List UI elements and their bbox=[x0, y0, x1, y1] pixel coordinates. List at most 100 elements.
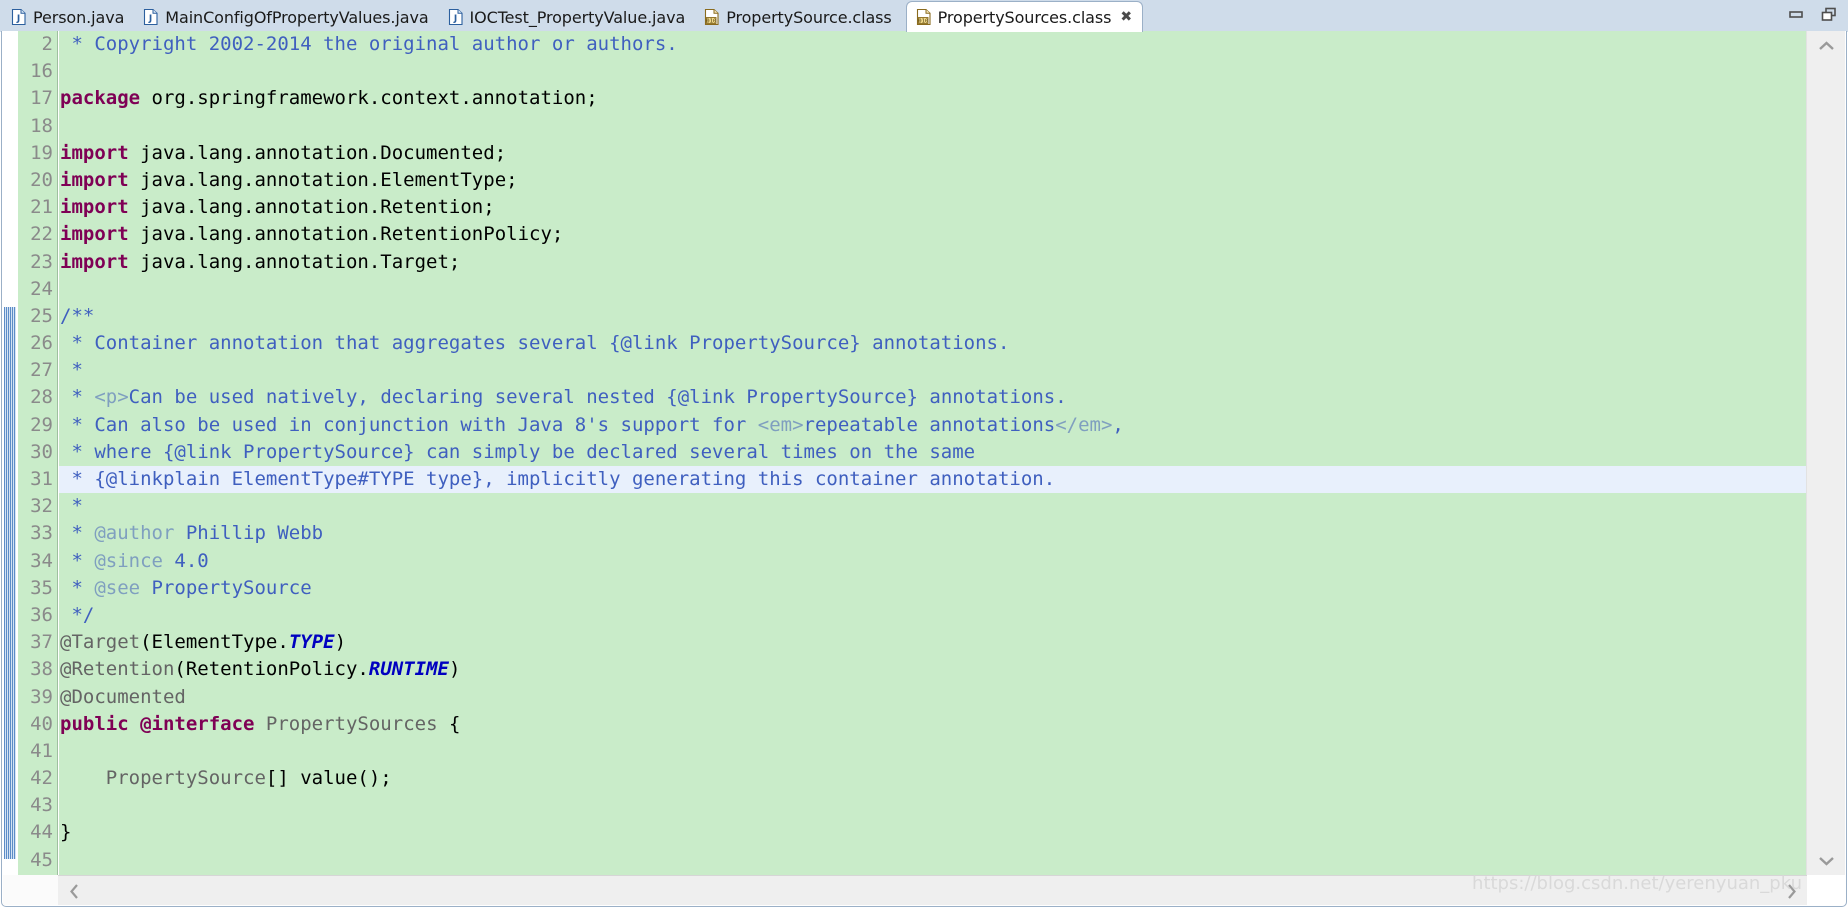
code-line[interactable] bbox=[59, 113, 1806, 140]
line-number: 35 bbox=[30, 576, 53, 599]
code-line[interactable]: @Target(ElementType.TYPE) bbox=[59, 629, 1806, 656]
tab-label: PropertySource.class bbox=[726, 7, 892, 27]
line-number: 25 bbox=[30, 304, 53, 327]
code-line[interactable]: * bbox=[59, 493, 1806, 520]
restore-icon[interactable] bbox=[1821, 7, 1838, 26]
line-number: 41 bbox=[30, 739, 53, 762]
code-token-kw: import bbox=[60, 168, 129, 191]
code-line[interactable]: package org.springframework.context.anno… bbox=[59, 85, 1806, 112]
tab-close-icon[interactable]: ✖ bbox=[1120, 10, 1132, 24]
code-token-jdhtml: <p> bbox=[94, 386, 129, 409]
code-line[interactable]: * @since 4.0 bbox=[59, 548, 1806, 575]
code-token-jdtag: @author bbox=[94, 522, 175, 545]
scrollbar-corner bbox=[3, 875, 58, 905]
code-token-plain: java.lang.annotation.ElementType; bbox=[128, 168, 518, 191]
code-token-plain: ElementType. bbox=[151, 631, 289, 654]
code-line[interactable]: * bbox=[59, 357, 1806, 384]
code-line[interactable]: PropertySource[] value(); bbox=[59, 765, 1806, 792]
scroll-left-icon[interactable] bbox=[60, 876, 88, 906]
code-line[interactable]: * @see PropertySource bbox=[59, 575, 1806, 602]
line-number-row: 2⊕ bbox=[18, 31, 67, 58]
line-number: 33 bbox=[30, 522, 53, 545]
line-number: 22 bbox=[30, 223, 53, 246]
code-line[interactable]: /** bbox=[59, 303, 1806, 330]
line-number: 2 bbox=[41, 33, 53, 55]
line-number: 28 bbox=[30, 386, 53, 409]
editor-tab-propertysource-class[interactable]: 010 PropertySource.class bbox=[695, 2, 901, 32]
line-number-row: 36 bbox=[18, 602, 57, 629]
code-token-jdoc: PropertySource bbox=[140, 576, 312, 599]
code-token-jdoc: * bbox=[60, 495, 83, 518]
code-line[interactable]: * Container annotation that aggregates s… bbox=[59, 330, 1806, 357]
line-number: 43 bbox=[30, 794, 53, 817]
horizontal-scrollbar[interactable] bbox=[58, 875, 1807, 905]
code-token-jdtag: @since bbox=[94, 549, 163, 572]
code-token-jdoc: */ bbox=[60, 603, 95, 626]
code-token-jdoc: Phillip Webb bbox=[174, 522, 324, 545]
code-token-plain: [] value(); bbox=[265, 767, 392, 790]
code-line[interactable]: import java.lang.annotation.Retention; bbox=[59, 194, 1806, 221]
code-line[interactable]: @Documented bbox=[59, 684, 1806, 711]
code-text-area[interactable]: * Copyright 2002-2014 the original autho… bbox=[59, 31, 1806, 875]
line-number-row: 44 bbox=[18, 819, 57, 846]
code-line[interactable]: import java.lang.annotation.RetentionPol… bbox=[59, 221, 1806, 248]
line-number: 20 bbox=[30, 168, 53, 191]
editor-tab-ioctest_propertyvalue-java[interactable]: J IOCTest_PropertyValue.java bbox=[439, 2, 696, 32]
line-number-row: 18 bbox=[18, 113, 57, 140]
editor-tab-mainconfigofpropertyvalues-java[interactable]: J MainConfigOfPropertyValues.java bbox=[134, 2, 438, 32]
code-line[interactable]: * Can also be used in conjunction with J… bbox=[59, 412, 1806, 439]
code-token-anno: @Target bbox=[60, 631, 141, 654]
code-token-plain: ( bbox=[140, 631, 152, 654]
line-number-row: 26 bbox=[18, 330, 57, 357]
code-line[interactable]: } bbox=[59, 819, 1806, 846]
line-number-row: 24 bbox=[18, 276, 57, 303]
code-line[interactable]: */ bbox=[59, 602, 1806, 629]
code-token-jdoc: /** bbox=[60, 304, 95, 327]
line-number: 42 bbox=[30, 767, 53, 790]
code-token-plain: org.springframework.context.annotation; bbox=[140, 87, 598, 110]
scroll-right-icon[interactable] bbox=[1777, 876, 1805, 906]
line-number-row: 20 bbox=[18, 167, 57, 194]
vertical-scrollbar[interactable] bbox=[1806, 31, 1845, 875]
code-line[interactable]: @Retention(RetentionPolicy.RUNTIME) bbox=[59, 656, 1806, 683]
code-line[interactable]: import java.lang.annotation.ElementType; bbox=[59, 167, 1806, 194]
code-line-current[interactable]: * {@linkplain ElementType#TYPE type}, im… bbox=[59, 466, 1806, 494]
editor-frame: 2⊕16 17 18 19 20 21 22 23 24 25⊖26 27 28 29 30 31 32 33 3… bbox=[1, 31, 1847, 907]
code-line[interactable]: public @interface PropertySources { bbox=[59, 711, 1806, 738]
code-token-plain: ) bbox=[448, 658, 461, 681]
minimize-icon[interactable] bbox=[1788, 7, 1804, 26]
code-line[interactable]: * Copyright 2002-2014 the original autho… bbox=[59, 31, 1806, 58]
line-number-row: 23 bbox=[18, 249, 57, 276]
scroll-up-icon[interactable] bbox=[1807, 33, 1846, 59]
code-line[interactable]: * <p>Can be used natively, declaring sev… bbox=[59, 384, 1806, 411]
line-number-row: 34 bbox=[18, 548, 57, 575]
code-line[interactable] bbox=[59, 847, 1806, 874]
code-line[interactable] bbox=[59, 276, 1806, 303]
line-number-row: 35 bbox=[18, 575, 57, 602]
scroll-down-icon[interactable] bbox=[1807, 847, 1846, 873]
code-token-anno: @Retention bbox=[60, 658, 175, 681]
line-number: 18 bbox=[30, 114, 53, 137]
code-line[interactable]: * where {@link PropertySource} can simpl… bbox=[59, 439, 1806, 466]
editor-tab-person-java[interactable]: J Person.java bbox=[2, 2, 134, 32]
code-token-jdoc: repeatable annotations bbox=[803, 413, 1056, 436]
line-number-row: 41 bbox=[18, 738, 57, 765]
code-line[interactable] bbox=[59, 792, 1806, 819]
line-number-row: 38 bbox=[18, 656, 57, 683]
code-line[interactable]: import java.lang.annotation.Documented; bbox=[59, 140, 1806, 167]
code-line[interactable] bbox=[59, 58, 1806, 85]
editor-tab-bar: J Person.java J MainConfigOfPropertyValues.… bbox=[0, 0, 1848, 32]
code-line[interactable] bbox=[59, 738, 1806, 765]
class-file-icon: 010 bbox=[704, 8, 720, 26]
tab-label: Person.java bbox=[33, 7, 125, 27]
line-number: 45 bbox=[30, 848, 53, 871]
line-number: 30 bbox=[30, 440, 53, 463]
code-line[interactable]: * @author Phillip Webb bbox=[59, 520, 1806, 547]
editor-tab-propertysources-class[interactable]: 010 PropertySources.class ✖ bbox=[905, 1, 1144, 32]
line-number-row: 25⊖ bbox=[18, 303, 66, 330]
code-line[interactable]: import java.lang.annotation.Target; bbox=[59, 249, 1806, 276]
tab-label: PropertySources.class bbox=[937, 7, 1112, 27]
line-number: 40 bbox=[30, 712, 53, 735]
